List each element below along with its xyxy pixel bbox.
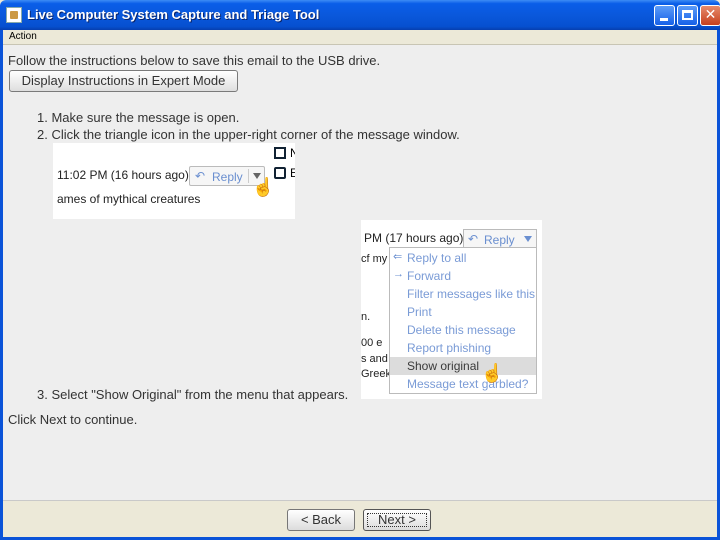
reply-arrow-icon: ↶ bbox=[195, 169, 206, 183]
close-icon: ✕ bbox=[704, 7, 717, 23]
reply-separator bbox=[248, 169, 249, 183]
hand-pointer-icon: ☝ bbox=[252, 177, 275, 197]
menu-item-garbled: Message text garbled? bbox=[407, 377, 529, 391]
side-label-n: N bbox=[290, 146, 295, 160]
menu-action[interactable]: Action bbox=[9, 31, 37, 42]
maximize-button[interactable] bbox=[677, 5, 698, 26]
menu-bar: Action bbox=[3, 30, 717, 45]
reply-label: Reply bbox=[484, 233, 515, 247]
triangle-down-icon bbox=[524, 236, 532, 242]
bottom-divider bbox=[3, 500, 717, 501]
step-3: 3. Select "Show Original" from the menu … bbox=[37, 387, 349, 402]
forward-icon: → bbox=[393, 268, 404, 280]
app-icon bbox=[6, 7, 22, 23]
maximize-icon bbox=[682, 10, 693, 20]
new-window-icon bbox=[274, 147, 286, 159]
hand-pointer-icon: ☝ bbox=[481, 363, 504, 383]
background-text: 00 e bbox=[361, 337, 383, 349]
background-text: n. bbox=[361, 311, 371, 323]
message-subject: ames of mythical creatures bbox=[57, 192, 201, 206]
menu-item-reply-to-all: ⇐ Reply to all bbox=[393, 251, 467, 265]
menu-item-delete: Delete this message bbox=[407, 323, 516, 337]
dropdown-menu-image: ⇐ Reply to all → Forward Filter messages… bbox=[389, 247, 537, 394]
next-button[interactable]: Next > bbox=[363, 509, 431, 531]
side-label-e: E bbox=[290, 166, 295, 180]
menu-item-filter: Filter messages like this bbox=[407, 287, 536, 301]
minimize-icon bbox=[660, 18, 668, 21]
example-screenshot-menu: PM (17 hours ago) ↶ Reply cf my n. 00 e … bbox=[361, 220, 542, 399]
reply-arrow-icon: ↶ bbox=[468, 232, 479, 246]
background-text: s and bbox=[361, 353, 388, 365]
menu-item-forward: → Forward bbox=[393, 268, 452, 283]
continue-text: Click Next to continue. bbox=[8, 412, 138, 427]
background-text: Greek bbox=[361, 368, 391, 380]
reply-all-icon: ⇐ bbox=[393, 251, 403, 263]
message-time: 11:02 PM (16 hours ago) bbox=[57, 168, 189, 182]
reply-button-image: ↶ Reply bbox=[463, 229, 537, 248]
minimize-button[interactable] bbox=[654, 5, 675, 26]
menu-item-report-phishing: Report phishing bbox=[407, 341, 492, 355]
menu-item-print: Print bbox=[407, 305, 432, 319]
example-screenshot-reply-button: 11:02 PM (16 hours ago) ↶ Reply ☝ ames o… bbox=[53, 143, 295, 219]
title-bar[interactable]: Live Computer System Capture and Triage … bbox=[0, 0, 720, 30]
print-icon bbox=[274, 167, 286, 179]
instruction-text: Follow the instructions below to save th… bbox=[8, 53, 381, 68]
expert-mode-button[interactable]: Display Instructions in Expert Mode bbox=[9, 70, 238, 92]
step-1: 1. Make sure the message is open. bbox=[37, 110, 240, 125]
step-2: 2. Click the triangle icon in the upper-… bbox=[37, 127, 460, 142]
focus-ring bbox=[367, 513, 427, 527]
back-button[interactable]: < Back bbox=[287, 509, 355, 531]
reply-label: Reply bbox=[212, 170, 243, 184]
message-time: PM (17 hours ago) bbox=[364, 231, 464, 245]
window-title: Live Computer System Capture and Triage … bbox=[27, 7, 320, 22]
menu-item-show-original: Show original bbox=[390, 357, 536, 375]
background-text: cf my bbox=[361, 253, 388, 265]
close-button[interactable]: ✕ bbox=[700, 5, 720, 26]
